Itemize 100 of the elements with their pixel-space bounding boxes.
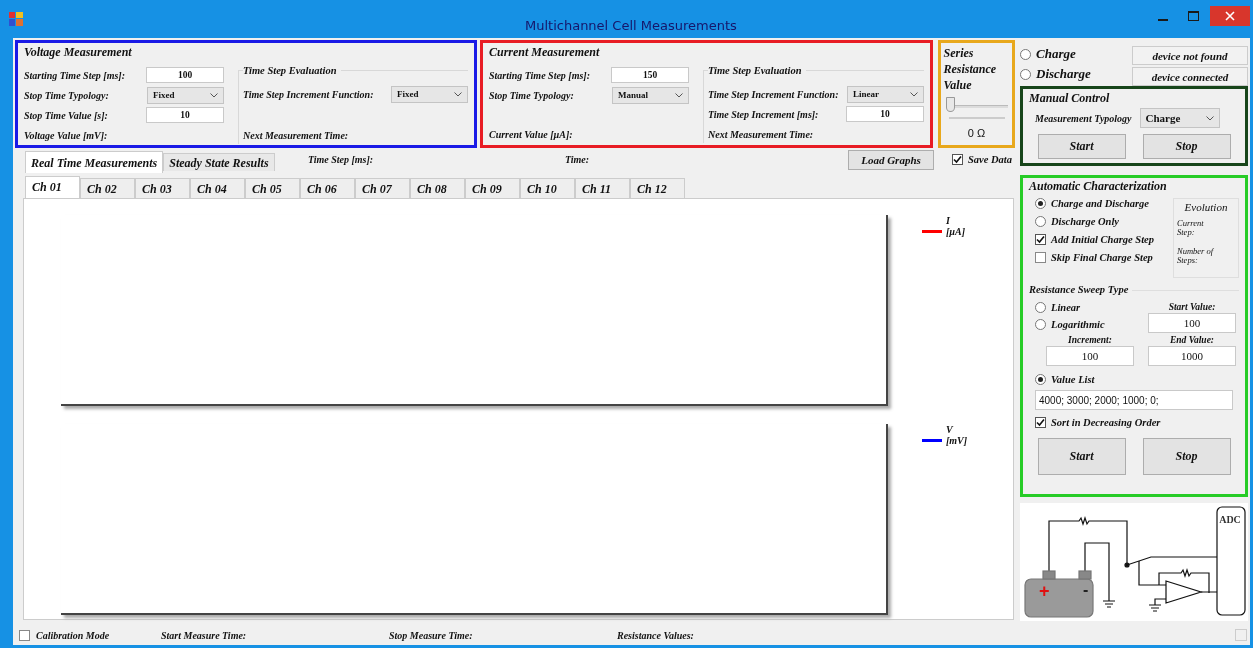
group-title: Time Step Evaluation <box>243 65 341 79</box>
close-button[interactable] <box>1210 6 1250 26</box>
app-icon <box>9 12 23 26</box>
control-button[interactable]: Start <box>1037 134 1126 159</box>
legend-unit: [mV] <box>946 435 968 446</box>
checkbox[interactable] <box>19 629 30 641</box>
plus-sign: + <box>1039 581 1050 601</box>
radio-button[interactable] <box>1035 374 1046 385</box>
control-button[interactable]: Start <box>1037 438 1126 475</box>
field-label: Stop Time Value [s]: <box>24 109 108 121</box>
checkbox-label: Calibration Mode <box>36 629 110 641</box>
chevron-icon <box>454 91 462 97</box>
field-label: Time Step Increment Function: <box>243 88 374 100</box>
radio-button[interactable] <box>1035 216 1046 227</box>
radio-label: Linear <box>1051 302 1081 313</box>
channel-tab[interactable]: Ch 04 <box>190 178 245 198</box>
tab[interactable]: Steady State Results <box>163 153 275 171</box>
channel-tab[interactable]: Ch 01 <box>25 176 80 198</box>
group-title: Evolution <box>1183 201 1229 213</box>
minimize-icon <box>1158 18 1168 21</box>
channel-tab[interactable]: Ch 07 <box>355 178 410 198</box>
field-label: End Value: <box>1169 335 1215 345</box>
channel-tab[interactable]: Ch 10 <box>520 178 575 198</box>
dropdown[interactable]: Linear <box>847 85 924 103</box>
field-label: Stop Time Typology: <box>489 89 574 101</box>
checkbox-label: Save Data <box>968 154 1013 165</box>
status-label: device connected <box>1132 67 1248 86</box>
control-button[interactable]: Stop <box>1142 438 1231 475</box>
chevron-icon <box>675 92 683 98</box>
radio-button[interactable] <box>1035 319 1046 330</box>
radio-label: Logarithmic <box>1051 319 1105 330</box>
group-title: Resistance Sweep Type <box>1029 284 1133 298</box>
radio-label: Charge <box>1036 46 1076 62</box>
value-list-field[interactable]: 4000; 3000; 2000; 1000; 0; <box>1035 390 1233 410</box>
input-field[interactable]: 150 <box>611 67 689 83</box>
evolution-label: Current Step: <box>1177 219 1205 237</box>
evolution-label: Number of Steps: <box>1177 247 1215 265</box>
radio-button[interactable] <box>1020 48 1031 60</box>
status-label: Stop Measure Time: <box>389 629 473 641</box>
radio-button[interactable] <box>1035 198 1046 209</box>
field-label: Stop Time Typology: <box>24 89 109 101</box>
group-title: Automatic Characterization <box>1029 179 1168 194</box>
channel-tab[interactable]: Ch 05 <box>245 178 300 198</box>
group-title: Voltage Measurement <box>24 45 133 60</box>
group-title: Series Resistance Value <box>943 45 998 93</box>
dropdown[interactable]: Fixed <box>391 85 468 103</box>
checkbox[interactable] <box>1035 252 1046 263</box>
dropdown[interactable]: Manual <box>612 86 689 104</box>
window-title: Multichannel Cell Measurements <box>525 18 737 33</box>
minus-sign: - <box>1083 581 1089 598</box>
field-label: Current Value [µA]: <box>489 128 573 140</box>
input-field[interactable]: 10 <box>146 107 224 123</box>
checkbox-label: Sort in Decreasing Order <box>1051 417 1161 428</box>
status-label: device not found <box>1132 46 1248 65</box>
input-field[interactable]: 10 <box>846 106 924 122</box>
info-label: Time: <box>565 154 590 165</box>
close-icon <box>1225 11 1235 21</box>
input-field[interactable]: 100 <box>1148 313 1236 333</box>
dropdown[interactable]: Charge <box>1139 108 1220 128</box>
checkbox[interactable] <box>1035 417 1046 428</box>
channel-tab[interactable]: Ch 09 <box>465 178 520 198</box>
input-field[interactable]: 100 <box>1046 346 1134 366</box>
radio-button[interactable] <box>1020 68 1031 80</box>
field-label: Next Measurement Time: <box>708 128 814 140</box>
group-title: Time Step Evaluation <box>708 65 806 79</box>
option-label: Add Initial Charge Step <box>1051 234 1154 245</box>
chevron-icon <box>210 92 218 98</box>
tab[interactable]: Real Time Measurements <box>25 151 164 173</box>
maximize-icon <box>1187 11 1199 21</box>
channel-tab[interactable]: Ch 12 <box>630 178 685 198</box>
option-label: Discharge Only <box>1051 216 1119 227</box>
group-title: Current Measurement <box>489 45 601 60</box>
option-label: Skip Final Charge Step <box>1051 252 1153 263</box>
adc-label: ADC <box>1219 514 1241 525</box>
field-label: Increment: <box>1068 335 1112 345</box>
info-label: Time Step [ms]: <box>308 154 374 165</box>
field-label: Time Step Increment Function: <box>708 88 839 100</box>
field-label: Voltage Value [mV]: <box>24 129 108 141</box>
option-label: Charge and Discharge <box>1051 198 1149 209</box>
field-label: Starting Time Step [ms]: <box>24 69 126 81</box>
chevron-icon <box>910 91 918 97</box>
chevron-icon <box>1205 115 1214 121</box>
input-field[interactable]: 1000 <box>1148 346 1236 366</box>
resize-grip[interactable] <box>1235 629 1247 641</box>
load-graphs-button[interactable]: Load Graphs <box>848 150 934 170</box>
radio-button[interactable] <box>1035 302 1046 313</box>
channel-tab[interactable]: Ch 11 <box>575 178 630 198</box>
channel-tab[interactable]: Ch 06 <box>300 178 355 198</box>
dropdown[interactable]: Fixed <box>147 86 224 104</box>
status-label: Start Measure Time: <box>161 629 247 641</box>
channel-tab[interactable]: Ch 08 <box>410 178 465 198</box>
checkbox[interactable] <box>952 154 963 165</box>
input-field[interactable]: 100 <box>146 67 224 83</box>
field-label: Measurement Typology <box>1035 112 1132 124</box>
channel-tab[interactable]: Ch 03 <box>135 178 190 198</box>
channel-tab[interactable]: Ch 02 <box>80 178 135 198</box>
checkbox[interactable] <box>1035 234 1046 245</box>
legend-unit: [µA] <box>946 226 966 237</box>
control-button[interactable]: Stop <box>1142 134 1231 159</box>
legend-label: I <box>946 215 951 226</box>
